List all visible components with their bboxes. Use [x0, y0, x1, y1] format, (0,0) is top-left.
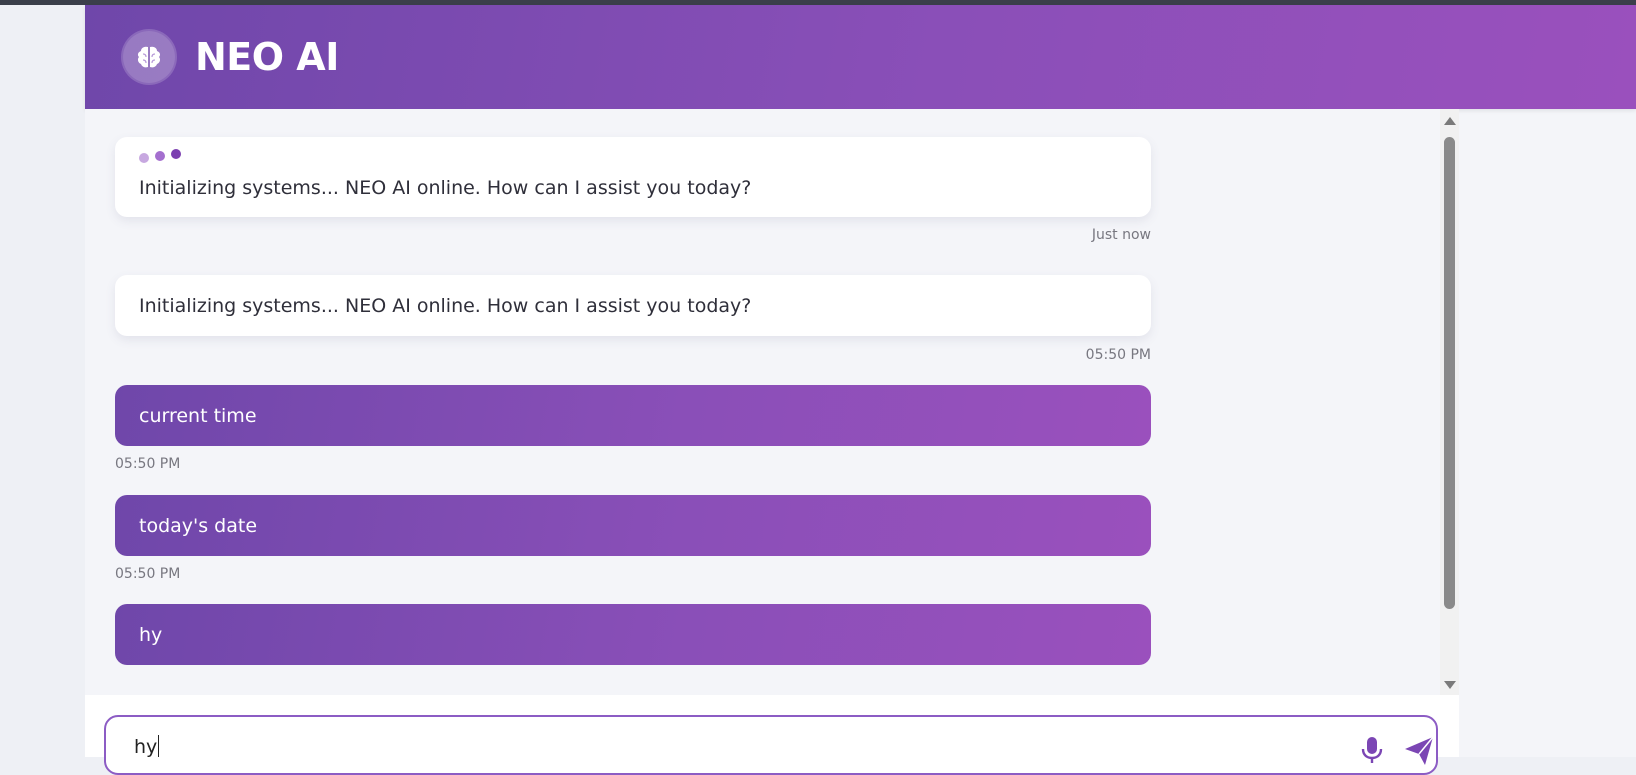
ai-message: Initializing systems... NEO AI online. H… [115, 275, 1151, 336]
message-text: current time [139, 405, 257, 427]
text-caret [158, 735, 160, 757]
chat-scrollbar[interactable] [1440, 109, 1459, 695]
app-title: NEO AI [195, 35, 339, 79]
message-timestamp: Just now [1091, 227, 1151, 243]
message-text: hy [139, 624, 163, 646]
scroll-up-arrow-icon[interactable] [1444, 117, 1456, 125]
input-bar: hy [85, 695, 1459, 775]
scrollbar-thumb[interactable] [1444, 137, 1455, 609]
message-timestamp: 05:50 PM [115, 566, 181, 582]
message-text: Initializing systems... NEO AI online. H… [139, 177, 752, 199]
message-input[interactable]: hy [104, 715, 1438, 775]
message-list[interactable]: Initializing systems... NEO AI online. H… [85, 109, 1459, 695]
user-message: hy [115, 604, 1151, 665]
message-input-value[interactable]: hy [134, 735, 160, 758]
typing-dot [155, 151, 165, 161]
message-timestamp: 05:50 PM [1085, 347, 1151, 363]
chat-app: NEO AI Initializing systems... NEO AI on… [85, 5, 1636, 775]
ai-message: Initializing systems... NEO AI online. H… [115, 137, 1151, 217]
user-message: today's date [115, 495, 1151, 556]
send-icon[interactable] [1403, 735, 1435, 767]
scroll-down-arrow-icon[interactable] [1444, 681, 1456, 689]
microphone-icon[interactable] [1360, 735, 1384, 765]
typing-dot [171, 149, 181, 159]
message-text: Initializing systems... NEO AI online. H… [139, 295, 752, 317]
message-text: today's date [139, 515, 258, 537]
app-header: NEO AI [85, 5, 1636, 109]
message-timestamp: 05:50 PM [115, 456, 181, 472]
brain-icon [123, 31, 175, 83]
typing-dot [139, 153, 149, 163]
user-message: current time [115, 385, 1151, 446]
